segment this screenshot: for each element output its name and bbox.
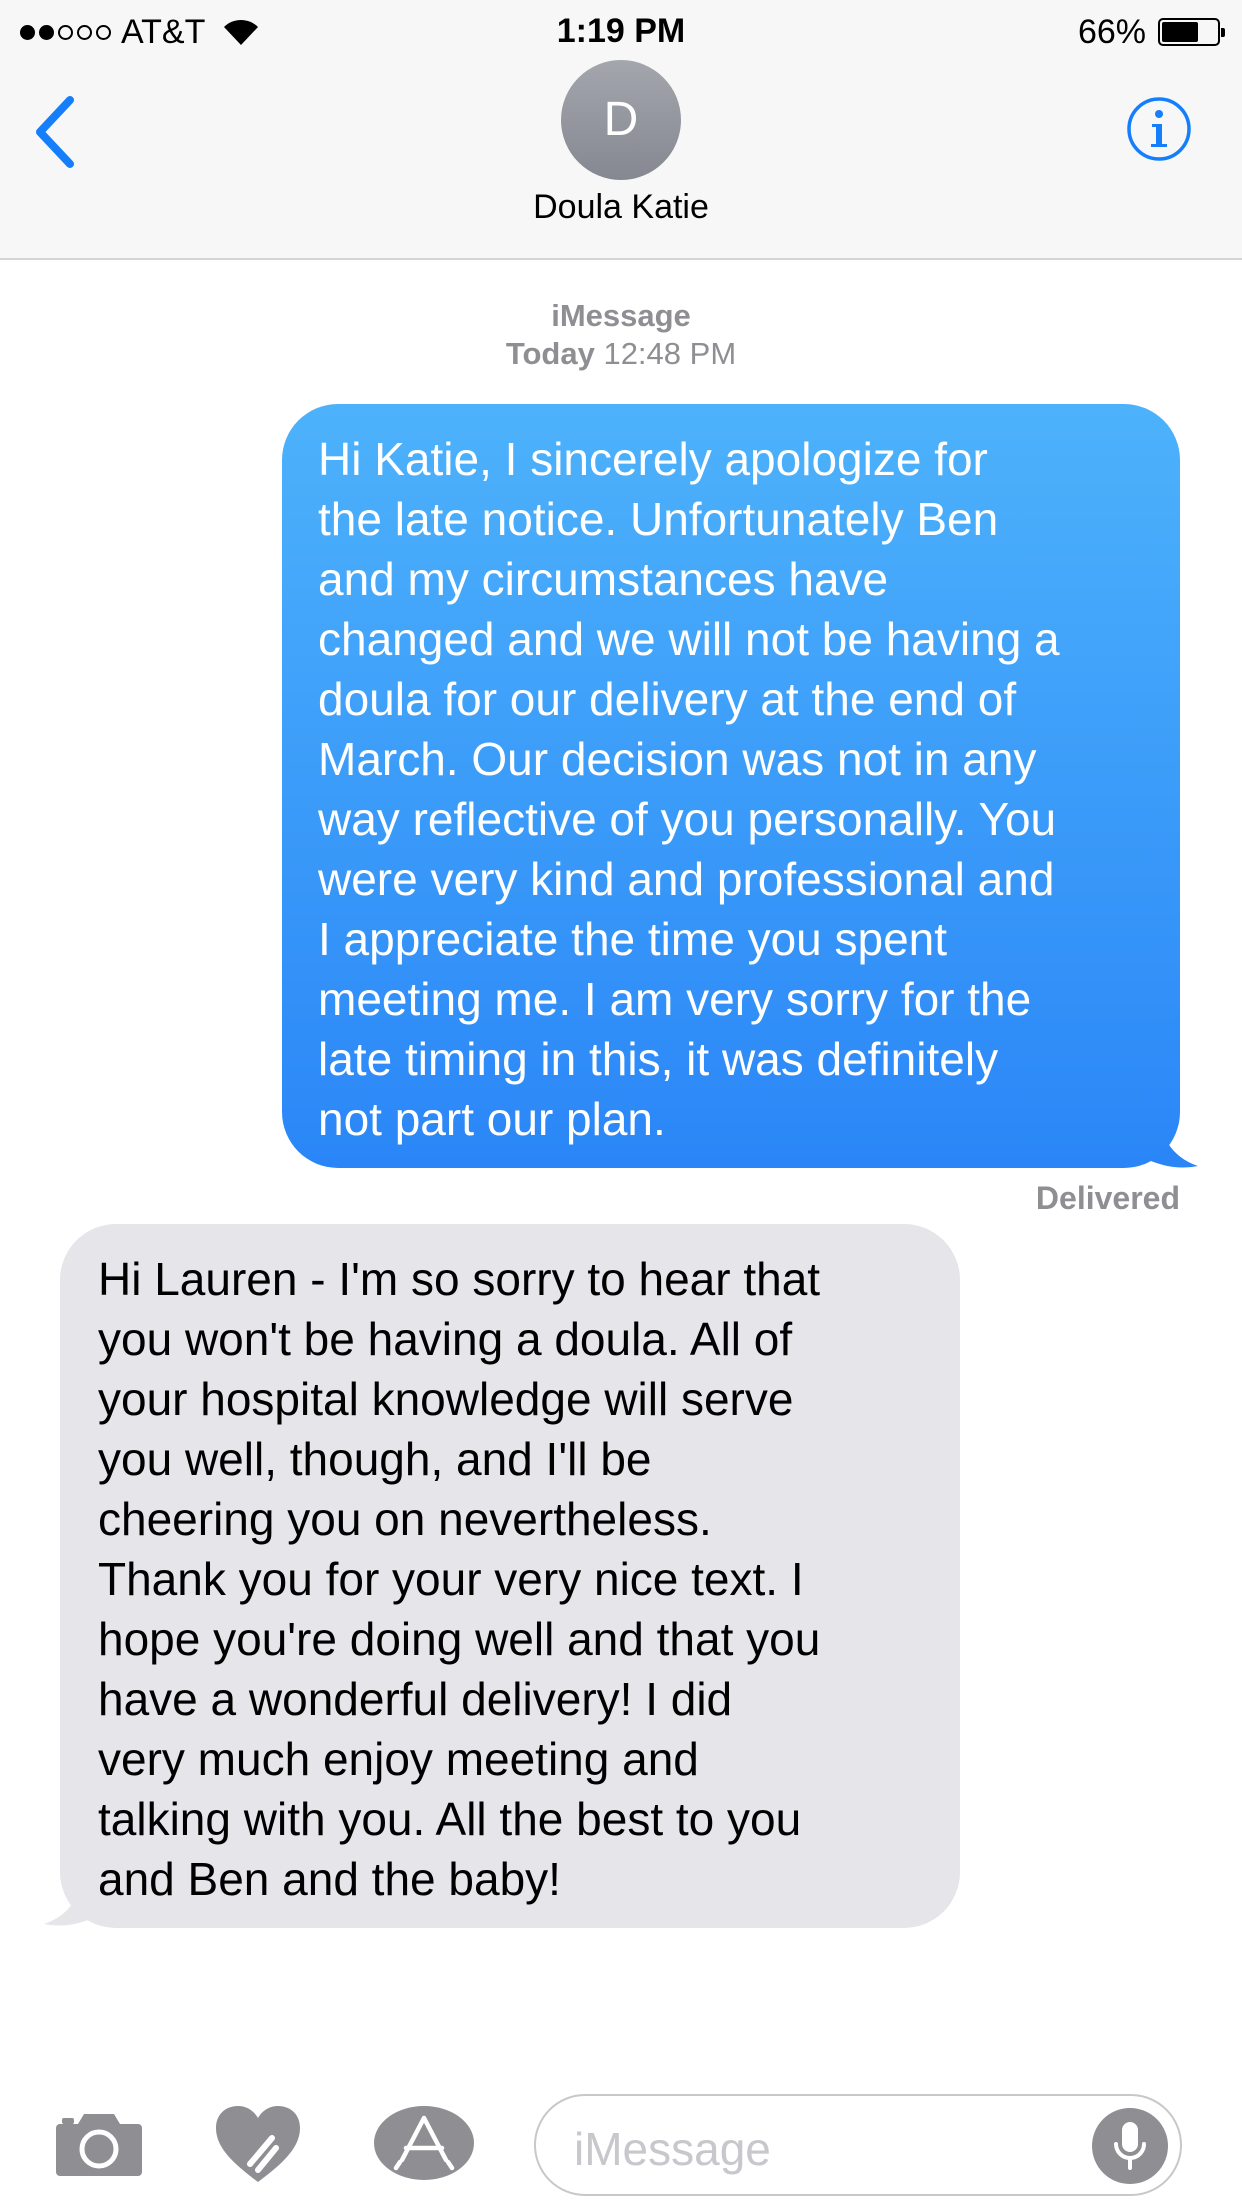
message-line: you well, though, and I'll be bbox=[98, 1433, 652, 1485]
microphone-icon bbox=[1114, 2122, 1146, 2170]
message-line: Hi Lauren - I'm so sorry to hear that bbox=[98, 1253, 821, 1305]
back-chevron-icon[interactable] bbox=[30, 92, 80, 172]
message-line: March. Our decision was not in any bbox=[318, 733, 1037, 785]
message-line: way reflective of you personally. You bbox=[318, 793, 1057, 845]
battery-percentage: 66% bbox=[1077, 12, 1146, 51]
message-line: hope you're doing well and that you bbox=[98, 1613, 821, 1665]
app-store-icon[interactable] bbox=[372, 2104, 476, 2182]
timestamp: Today 12:48 PM bbox=[0, 336, 1242, 372]
battery-icon bbox=[1158, 18, 1225, 46]
message-line: changed and we will not be having a bbox=[318, 613, 1060, 665]
microphone-button[interactable] bbox=[1092, 2108, 1168, 2184]
info-icon[interactable] bbox=[1126, 96, 1192, 162]
received-message-bubble[interactable]: Hi Lauren - I'm so sorry to hear that yo… bbox=[60, 1224, 960, 1928]
message-line: Hi Katie, I sincerely apologize for bbox=[318, 433, 988, 485]
message-line: and Ben and the baby! bbox=[98, 1853, 561, 1905]
message-line: and my circumstances have bbox=[318, 553, 889, 605]
contact-avatar[interactable]: D bbox=[561, 60, 681, 180]
timestamp-time: 12:48 PM bbox=[603, 336, 737, 371]
service-label: iMessage bbox=[551, 298, 691, 333]
message-input-placeholder: iMessage bbox=[574, 2123, 771, 2175]
message-line: your hospital knowledge will serve bbox=[98, 1373, 794, 1425]
delivery-status: Delivered bbox=[1035, 1180, 1180, 1216]
timestamp-day: Today bbox=[505, 336, 595, 371]
camera-icon[interactable] bbox=[56, 2110, 142, 2176]
message-line: you won't be having a doula. All of bbox=[98, 1313, 793, 1365]
status-time: 1:19 PM bbox=[556, 12, 686, 50]
message-input-field[interactable]: iMessage bbox=[534, 2094, 1182, 2196]
digital-touch-heart-icon[interactable] bbox=[214, 2104, 302, 2184]
sent-message-bubble[interactable]: Hi Katie, I sincerely apologize for the … bbox=[282, 404, 1180, 1168]
message-line: very much enjoy meeting and bbox=[98, 1733, 699, 1785]
message-line: not part our plan. bbox=[318, 1093, 666, 1145]
status-right: 66% bbox=[1077, 12, 1225, 52]
message-line: doula for our delivery at the end of bbox=[318, 673, 1017, 725]
message-line: cheering you on nevertheless. bbox=[98, 1493, 712, 1545]
message-input-bar: iMessage bbox=[0, 2070, 1242, 2208]
message-line: have a wonderful delivery! I did bbox=[98, 1673, 733, 1725]
message-line: the late notice. Unfortunately Ben bbox=[318, 493, 999, 545]
status-bar: AT&T 1:19 PM 66% bbox=[0, 0, 1242, 60]
message-line: I appreciate the time you spent bbox=[318, 913, 948, 965]
message-line: were very kind and professional and bbox=[318, 853, 1055, 905]
message-line: meeting me. I am very sorry for the bbox=[318, 973, 1032, 1025]
message-line: late timing in this, it was definitely bbox=[318, 1033, 999, 1085]
message-line: Thank you for your very nice text. I bbox=[98, 1553, 804, 1605]
contact-name[interactable]: Doula Katie bbox=[0, 188, 1242, 227]
battery-level bbox=[1162, 22, 1198, 42]
message-line: talking with you. All the best to you bbox=[98, 1793, 802, 1845]
